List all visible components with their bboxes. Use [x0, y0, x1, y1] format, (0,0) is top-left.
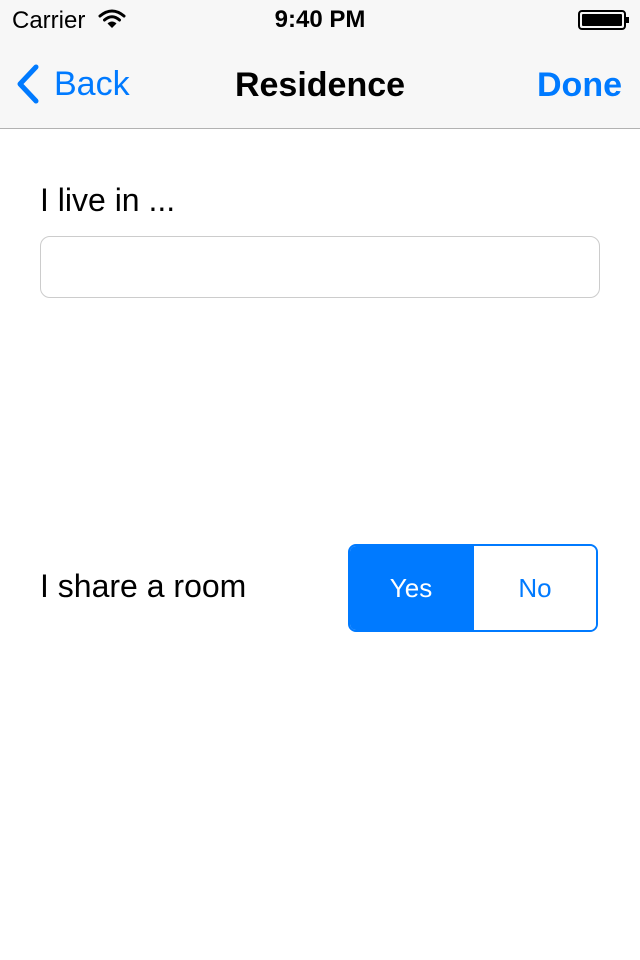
share-room-no-segment[interactable]: No [472, 546, 596, 630]
live-in-label: I live in ... [40, 182, 176, 218]
back-button[interactable]: Back [14, 62, 130, 106]
residence-input[interactable] [40, 236, 600, 298]
navigation-bar: Back Residence Done [0, 40, 640, 128]
share-room-yes-segment[interactable]: Yes [350, 546, 472, 630]
status-bar: Carrier 9:40 PM [0, 0, 640, 40]
residence-screen: Carrier 9:40 PM Back Residence Done I li… [0, 0, 640, 960]
chevron-left-icon [17, 64, 39, 104]
share-room-segmented-control: Yes No [348, 544, 598, 632]
status-time: 9:40 PM [274, 6, 366, 33]
share-room-label: I share a room [40, 568, 247, 604]
carrier-label: Carrier [12, 7, 86, 34]
back-button-label: Back [54, 64, 130, 103]
wifi-icon [98, 9, 126, 28]
done-button[interactable]: Done [537, 66, 622, 105]
top-bar: Carrier 9:40 PM Back Residence Done [0, 0, 640, 129]
battery-icon [578, 10, 629, 30]
